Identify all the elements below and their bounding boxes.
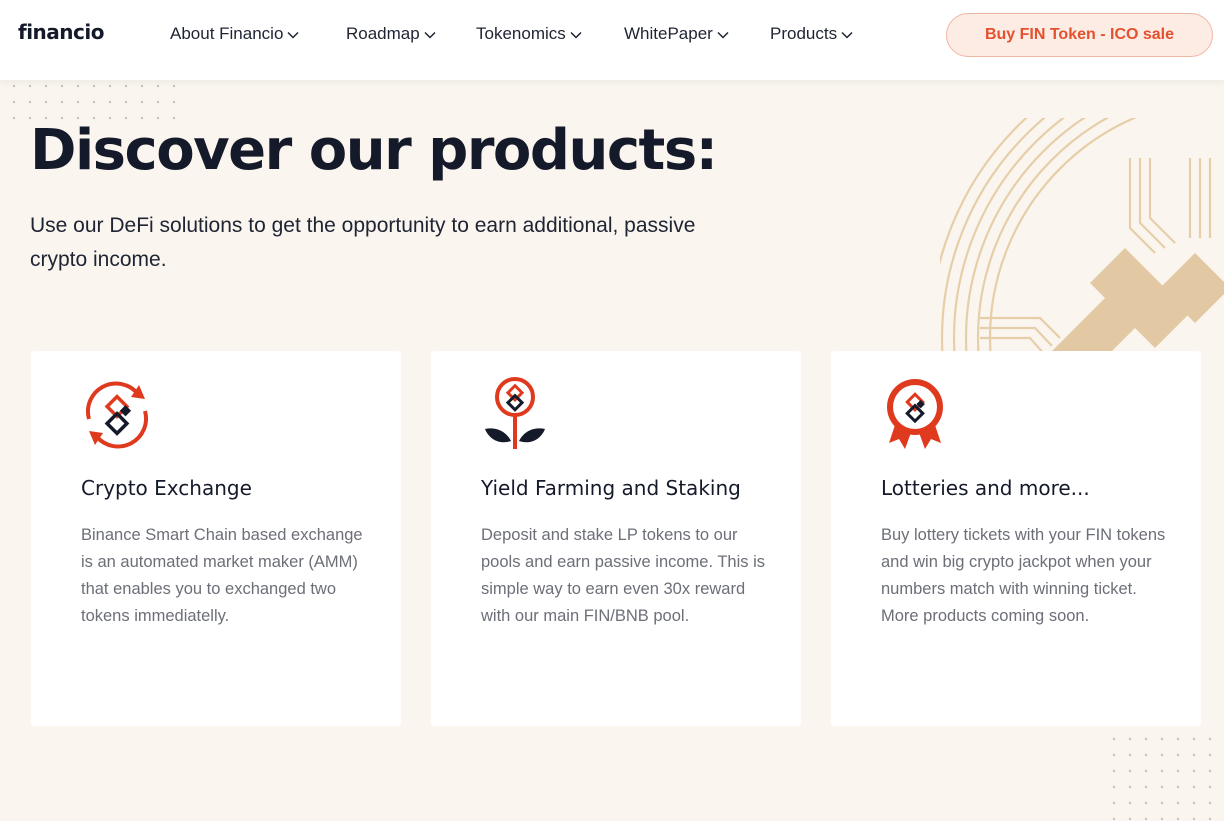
card-title: Crypto Exchange (81, 476, 252, 500)
chevron-down-icon (570, 31, 582, 39)
nav-tokenomics[interactable]: Tokenomics (476, 24, 582, 44)
chevron-down-icon (841, 31, 853, 39)
card-description: Binance Smart Chain based exchange is an… (81, 526, 363, 625)
nav-roadmap[interactable]: Roadmap (346, 24, 436, 44)
product-card-lotteries[interactable]: Lotteries and more... Buy lottery ticket… (831, 351, 1201, 726)
nav-about-financio[interactable]: About Financio (170, 24, 299, 44)
dots-decoration (1110, 735, 1224, 821)
exchange-icon (85, 381, 149, 449)
nav-label: Roadmap (346, 24, 420, 43)
nav-products[interactable]: Products (770, 24, 853, 44)
product-card-crypto-exchange[interactable]: Crypto Exchange Binance Smart Chain base… (31, 351, 401, 726)
financio-logo[interactable]: financio (18, 20, 104, 44)
nav-label: WhitePaper (624, 24, 713, 43)
nav-label: Tokenomics (476, 24, 566, 43)
top-navbar: financio About Financio Roadmap Tokenomi… (0, 0, 1224, 80)
nav-whitepaper[interactable]: WhitePaper (624, 24, 729, 44)
nav-label: About Financio (170, 24, 284, 43)
card-description: Buy lottery tickets with your FIN tokens… (881, 526, 1166, 625)
card-title: Yield Farming and Staking (481, 476, 741, 500)
buy-fin-token-button[interactable]: Buy FIN Token - ICO sale (946, 13, 1213, 57)
card-description: Deposit and stake LP tokens to our pools… (481, 526, 766, 625)
page-title: Discover our products: (30, 118, 718, 183)
chevron-down-icon (717, 31, 729, 39)
page-subtitle: Use our DeFi solutions to get the opport… (30, 214, 696, 271)
dots-decoration (10, 82, 180, 122)
product-card-yield-farming[interactable]: Yield Farming and Staking Deposit and st… (431, 351, 801, 726)
chevron-down-icon (287, 31, 299, 39)
nav-label: Products (770, 24, 838, 43)
lottery-icon (887, 379, 943, 449)
card-title: Lotteries and more... (881, 476, 1090, 500)
chevron-down-icon (424, 31, 436, 39)
farming-icon (485, 377, 545, 449)
